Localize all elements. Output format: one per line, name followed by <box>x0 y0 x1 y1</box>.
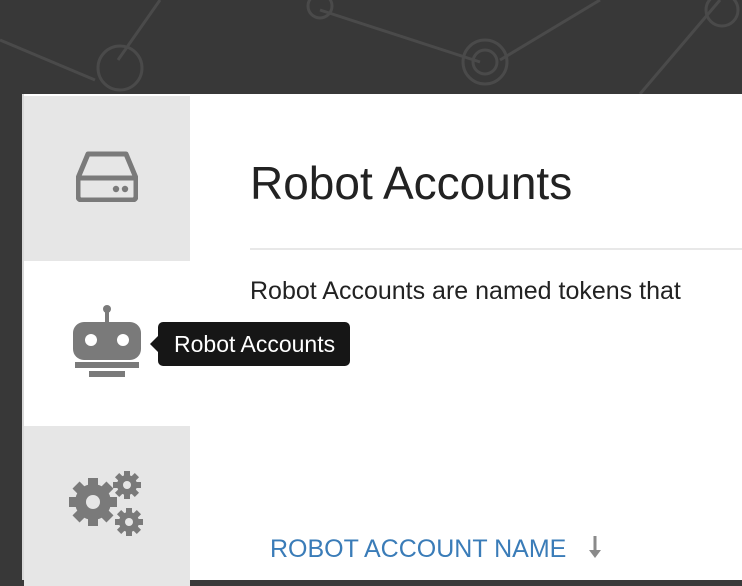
sort-down-arrow-icon <box>588 534 602 565</box>
network-pattern-graphic <box>0 0 740 94</box>
column-header-robot-account-name[interactable]: ROBOT ACCOUNT NAME <box>270 532 602 565</box>
page-title: Robot Accounts <box>250 157 573 209</box>
gears-settings-icon <box>67 468 147 545</box>
sidebar-item-repositories[interactable] <box>24 96 190 261</box>
sidebar-item-settings[interactable] <box>24 426 190 586</box>
tooltip-arrow <box>150 336 158 352</box>
repository-drive-icon <box>75 150 139 207</box>
column-header-label: ROBOT ACCOUNT NAME <box>270 534 567 563</box>
robot-accounts-tooltip: Robot Accounts <box>150 322 351 366</box>
page-description: Robot Accounts are named tokens that <box>250 277 681 305</box>
robot-icon <box>71 304 143 383</box>
tooltip-label: Robot Accounts <box>174 330 336 357</box>
title-divider <box>250 248 742 250</box>
